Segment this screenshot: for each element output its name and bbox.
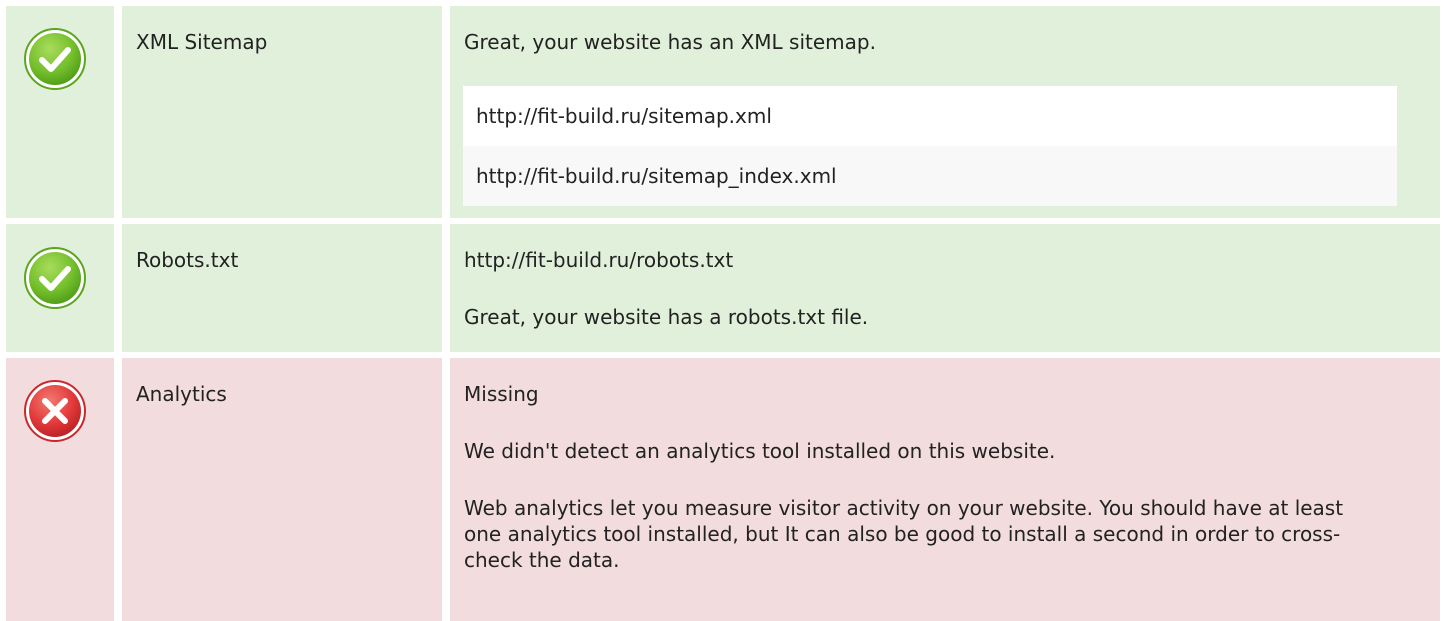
check-message: We didn't detect an analytics tool insta… xyxy=(464,439,1056,463)
check-label-cell: Robots.txt xyxy=(122,224,442,352)
check-label-cell: Analytics xyxy=(122,358,442,621)
check-label: Robots.txt xyxy=(136,248,239,272)
seo-report: XML Sitemap Great, your website has an X… xyxy=(0,0,1446,621)
check-label-cell: XML Sitemap xyxy=(122,6,442,218)
sitemap-url-list: http://fit-build.ru/sitemap.xml http://f… xyxy=(463,86,1397,206)
check-content-cell: http://fit-build.ru/robots.txt Great, yo… xyxy=(450,224,1440,352)
check-circle-icon xyxy=(24,247,86,309)
check-content-cell: Missing We didn't detect an analytics to… xyxy=(450,358,1440,621)
sitemap-url-item: http://fit-build.ru/sitemap_index.xml xyxy=(463,146,1397,206)
check-label: Analytics xyxy=(136,382,227,406)
check-circle-icon xyxy=(24,28,86,90)
sitemap-url-item: http://fit-build.ru/sitemap.xml xyxy=(463,86,1397,146)
check-row-xml-sitemap: XML Sitemap Great, your website has an X… xyxy=(0,6,1446,218)
check-label: XML Sitemap xyxy=(136,30,268,54)
check-content-cell: Great, your website has an XML sitemap. … xyxy=(450,6,1440,218)
check-message: Great, your website has an XML sitemap. xyxy=(464,30,876,54)
check-row-analytics: Analytics Missing We didn't detect an an… xyxy=(0,358,1446,621)
check-message: Great, your website has a robots.txt fil… xyxy=(464,305,869,329)
robots-url: http://fit-build.ru/robots.txt xyxy=(464,248,734,272)
status-cell xyxy=(6,358,114,621)
check-row-robots-txt: Robots.txt http://fit-build.ru/robots.tx… xyxy=(0,224,1446,352)
status-cell xyxy=(6,6,114,218)
error-circle-icon xyxy=(24,380,86,442)
check-advice: Web analytics let you measure visitor ac… xyxy=(464,496,1344,572)
check-value: Missing xyxy=(464,382,539,406)
status-cell xyxy=(6,224,114,352)
